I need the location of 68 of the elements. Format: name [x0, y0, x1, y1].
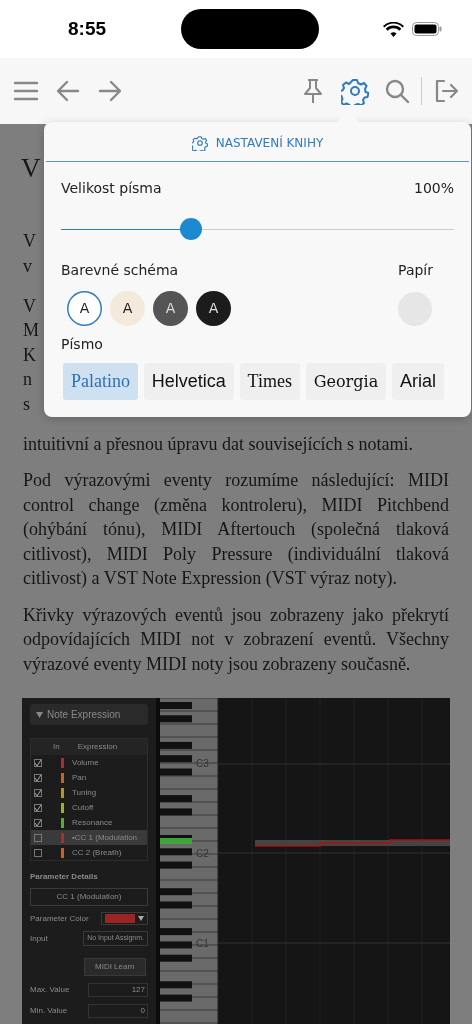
column-header: Expression	[77, 741, 118, 754]
font-option[interactable]: Georgia	[305, 363, 387, 400]
expression-row[interactable]: Tuning	[31, 785, 147, 801]
expression-name: Pan	[72, 771, 87, 784]
color-dropdown[interactable]	[101, 912, 148, 926]
article-paragraph: Křivky výrazových eventů jsou zobrazeny jako překrytí odpovídajících MIDI not v zobrazení eventů. Všechny výrazové eventy MIDI noty jsou zobrazeny současně.	[23, 603, 449, 676]
color-scheme-option[interactable]: A	[110, 291, 145, 326]
expression-row[interactable]: CC 2 (Breath)	[31, 845, 147, 861]
font-option[interactable]: Palatino	[63, 363, 138, 400]
text-fragment: v	[23, 254, 33, 278]
font-option[interactable]: Times	[239, 363, 300, 400]
checkbox[interactable]	[34, 848, 42, 857]
checkbox[interactable]	[34, 758, 42, 767]
text-fragment: s	[23, 392, 31, 416]
color-scheme-option[interactable]: A	[196, 291, 231, 326]
expression-name: Resonance	[72, 816, 113, 829]
text-fragment: V	[23, 294, 35, 318]
column-header: In	[53, 741, 60, 754]
expression-name: Volume	[72, 756, 99, 769]
checkbox[interactable]	[34, 818, 42, 827]
slider-thumb[interactable]	[179, 218, 202, 240]
expression-name: Tuning	[72, 786, 97, 799]
font-size-label: Velikost písma	[61, 179, 162, 198]
article-title: V	[21, 152, 42, 185]
color-scheme-option[interactable]: A	[67, 291, 102, 326]
expression-row[interactable]: Pan	[31, 770, 147, 786]
expression-row[interactable]: •CC 1 (Modulation	[31, 830, 147, 846]
text-fragment: V	[23, 230, 35, 254]
midi-learn-button[interactable]: MIDI Learn	[84, 957, 146, 976]
search-icon	[383, 77, 411, 105]
checkbox[interactable]	[34, 773, 42, 782]
expression-name: CC 2 (Breath)	[72, 846, 122, 859]
panel-title: Note Expression	[47, 708, 121, 723]
field-label: Parameter Color	[30, 912, 89, 925]
expression-name: •CC 1 (Modulation	[72, 831, 138, 844]
field-label: Min. Value	[30, 1004, 68, 1017]
dropdown-arrow-icon	[138, 916, 144, 922]
wifi-icon	[383, 21, 404, 37]
expression-row[interactable]: Resonance	[31, 815, 147, 831]
collapse-triangle-icon	[36, 711, 43, 718]
font-option[interactable]: Helvetica	[143, 363, 234, 400]
font-label: Písmo	[61, 335, 103, 354]
article-paragraph: intuitivní a přesnou úpravu dat souvisejících s notami.	[23, 432, 414, 456]
text-fragment: n	[23, 368, 33, 392]
font-option[interactable]: Arial	[391, 363, 444, 400]
color-scheme-option[interactable]: A	[153, 291, 188, 326]
popover-title: NASTAVENÍ KNIHY	[215, 134, 324, 152]
value-field[interactable]: 0	[88, 1003, 148, 1018]
color-scheme-label: Barevné schéma	[61, 261, 179, 280]
settings-icon	[341, 77, 369, 105]
checkbox[interactable]	[34, 788, 42, 797]
status-time: 8:55	[68, 16, 107, 41]
checkbox[interactable]	[34, 803, 42, 812]
checkbox[interactable]	[34, 833, 42, 842]
expression-row[interactable]: Volume	[31, 755, 147, 771]
font-size-reading: 100%	[413, 179, 454, 198]
section-title: Parameter Details	[30, 871, 99, 884]
settings-icon	[191, 135, 208, 151]
battery-icon	[412, 22, 442, 36]
field-label: Max. Value	[30, 983, 70, 996]
parameter-name: CC 1 (Modulation)	[30, 888, 148, 907]
field-label: Input	[30, 932, 48, 945]
article-paragraph: Pod výrazovými eventy rozumíme následující: MIDI control change (změna kontroleru), MIDI Pitchbend (ohýbání tónu), MIDI Aftertouch (společná tlaková citlivost), MIDI Poly Pressure (individuální tlaková citlivost) a VST Note Expression (VST výraz noty).	[23, 469, 449, 591]
paper-label: Papír	[398, 261, 433, 280]
expression-row[interactable]: Cutoff	[31, 800, 147, 816]
expression-name: Cutoff	[72, 801, 94, 814]
text-fragment: K	[23, 343, 35, 367]
value-field[interactable]: 127	[88, 982, 148, 997]
